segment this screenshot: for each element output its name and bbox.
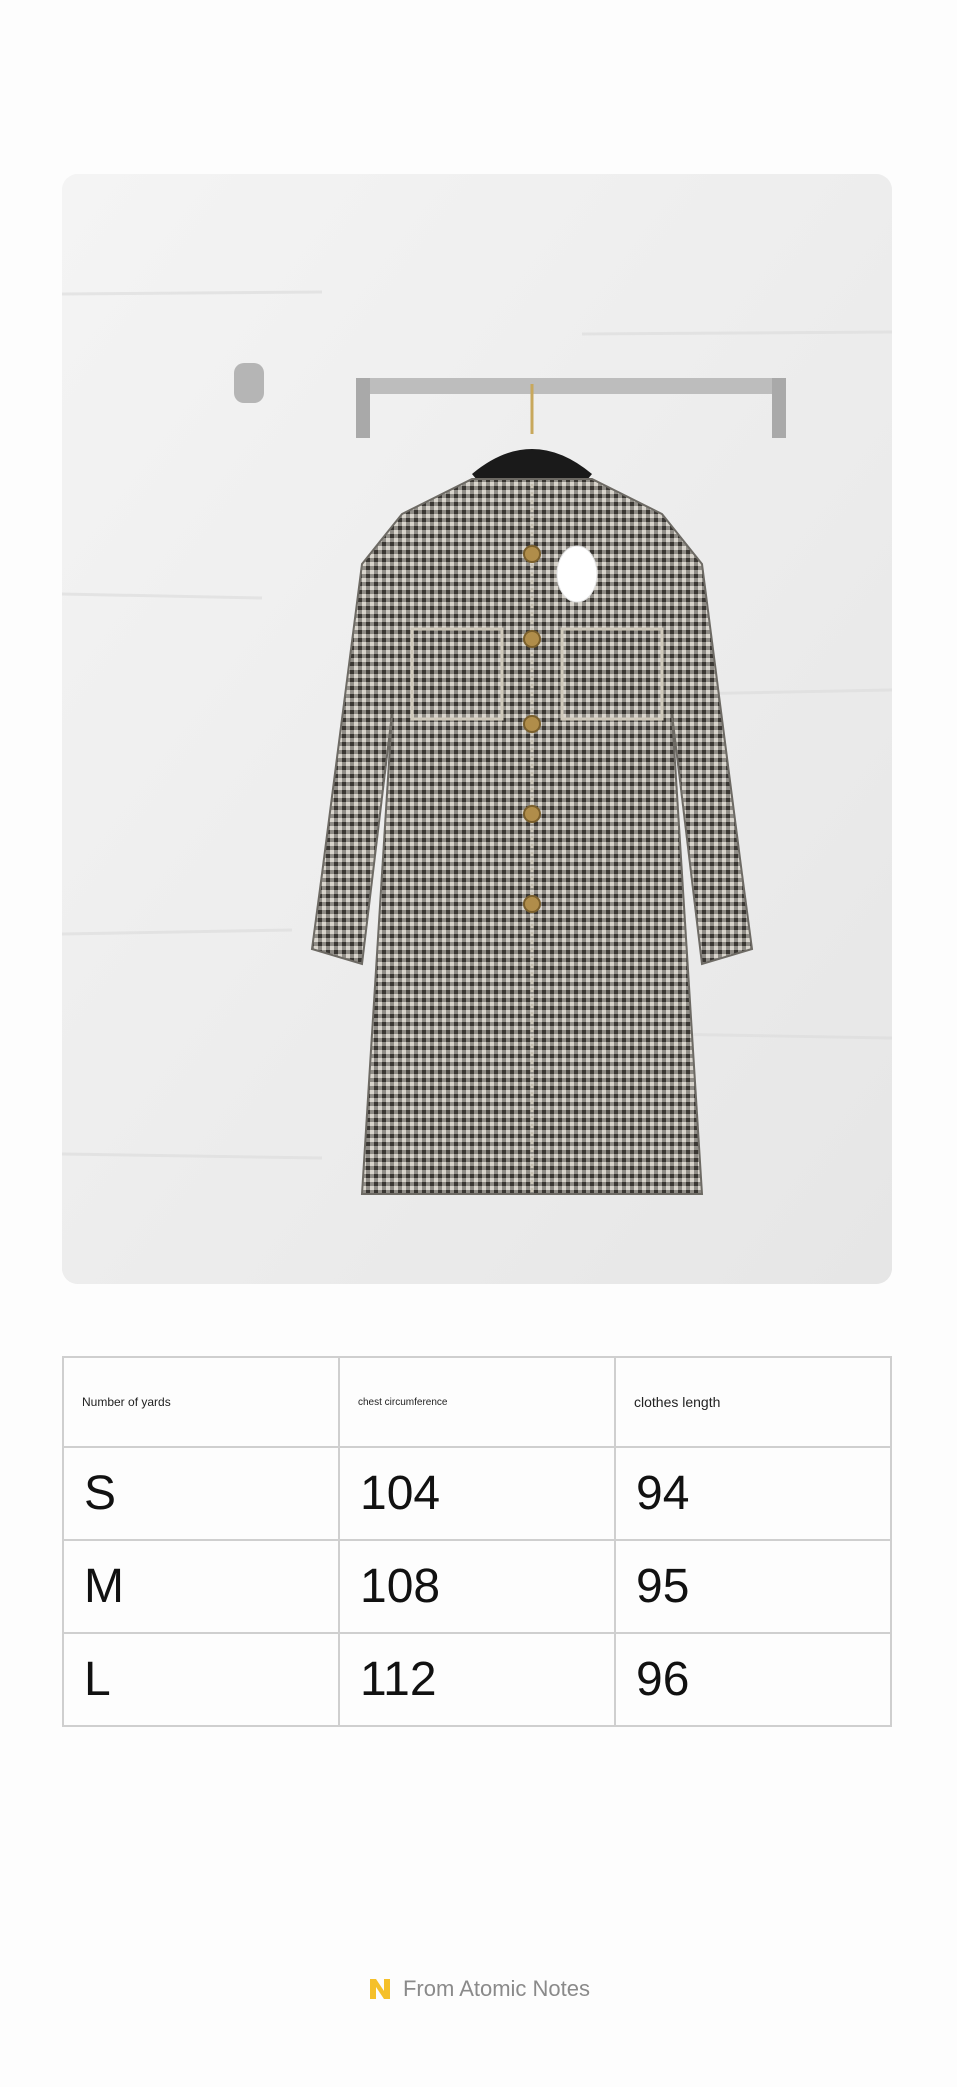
- size-chart-table: Number of yards chest circumference clot…: [62, 1356, 892, 1727]
- size-cell: M: [62, 1539, 340, 1634]
- size-cell: S: [62, 1446, 340, 1541]
- chest-cell: 112: [338, 1632, 616, 1727]
- footer-attribution[interactable]: From Atomic Notes: [0, 1976, 957, 2002]
- header-number-of-yards: Number of yards: [62, 1356, 340, 1448]
- table-header-row: Number of yards chest circumference clot…: [62, 1356, 892, 1448]
- length-cell: 94: [614, 1446, 892, 1541]
- atomic-notes-logo-icon: [367, 1976, 393, 2002]
- header-chest-circumference: chest circumference: [338, 1356, 616, 1448]
- coat-image: [62, 174, 892, 1284]
- table-row: L 112 96: [62, 1632, 892, 1727]
- size-cell: L: [62, 1632, 340, 1727]
- length-cell: 95: [614, 1539, 892, 1634]
- table-row: S 104 94: [62, 1446, 892, 1541]
- length-cell: 96: [614, 1632, 892, 1727]
- header-clothes-length: clothes length: [614, 1356, 892, 1448]
- chest-cell: 108: [338, 1539, 616, 1634]
- table-row: M 108 95: [62, 1539, 892, 1634]
- chest-cell: 104: [338, 1446, 616, 1541]
- product-photo: [62, 174, 892, 1284]
- footer-label: From Atomic Notes: [402, 1976, 591, 2001]
